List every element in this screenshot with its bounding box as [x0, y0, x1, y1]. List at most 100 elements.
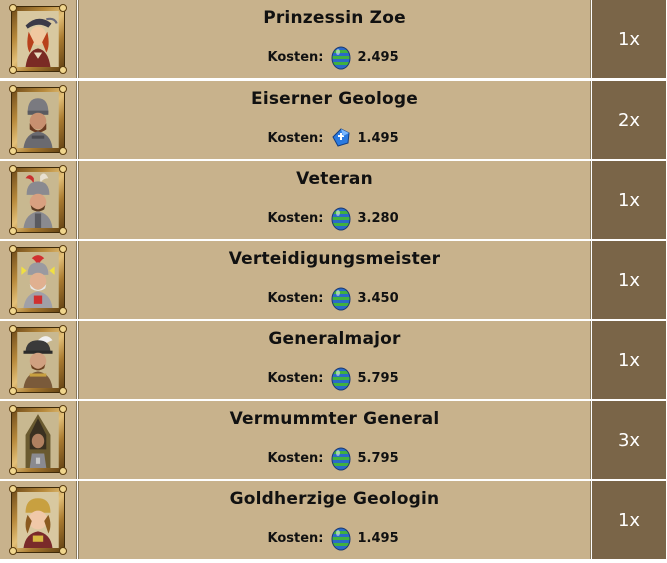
portrait-cell [0, 161, 77, 239]
cost-value: 2.495 [357, 49, 399, 65]
portrait-cell [0, 0, 77, 78]
cost-label: Kosten: [267, 450, 324, 466]
cost-label: Kosten: [267, 210, 324, 226]
quantity-cell: 3x [592, 401, 666, 479]
general-name: Goldherzige Geologin [229, 489, 440, 509]
frame-corner [59, 147, 67, 155]
cost-value: 3.450 [357, 290, 399, 306]
quantity-cell: 1x [592, 321, 666, 399]
frame-corner [9, 4, 17, 12]
cost-value: 5.795 [357, 450, 399, 466]
info-cell: Veteran Kosten: 3.280 [78, 161, 591, 239]
frame-corner [59, 307, 67, 315]
general-row[interactable]: Eiserner Geologe Kosten: 1.495 2x [0, 81, 667, 159]
blue-green-egg-icon [330, 365, 352, 391]
frame-corner [9, 547, 17, 555]
quantity-cell: 1x [592, 161, 666, 239]
cost-value: 5.795 [357, 370, 399, 386]
frame-corner [9, 165, 17, 173]
veteran-portrait-icon [9, 165, 67, 235]
princess-portrait-icon [9, 4, 67, 74]
frame-corner [9, 66, 17, 74]
quantity-value: 3x [617, 429, 641, 451]
cost-line: Kosten: 5.795 [79, 445, 590, 471]
frame-corner [59, 325, 67, 333]
frame-corner [59, 85, 67, 93]
frame-corner [59, 405, 67, 413]
frame-corner [9, 147, 17, 155]
cost-line: Kosten: 1.495 [79, 125, 590, 151]
cost-label: Kosten: [267, 370, 324, 386]
hooded-general-portrait-icon [9, 405, 67, 475]
portrait-cell [0, 321, 77, 399]
general-row[interactable]: Vermummter General Kosten: 5.795 3x [0, 401, 667, 479]
frame-corner [59, 387, 67, 395]
blue-gem-icon [330, 125, 352, 151]
blue-green-egg-icon [330, 445, 352, 471]
info-cell: Vermummter General Kosten: 5.795 [78, 401, 591, 479]
frame-corner [9, 245, 17, 253]
quantity-value: 1x [617, 189, 641, 211]
cost-line: Kosten: 5.795 [79, 365, 590, 391]
general-name: Vermummter General [229, 409, 440, 429]
quantity-value: 2x [617, 109, 641, 131]
info-cell: Generalmajor Kosten: 5.795 [78, 321, 591, 399]
quantity-cell: 1x [592, 241, 666, 319]
cost-line: Kosten: 2.495 [79, 44, 590, 70]
frame-corner [9, 405, 17, 413]
general-row[interactable]: Veteran Kosten: 3.280 1x [0, 161, 667, 239]
cost-label: Kosten: [267, 530, 324, 546]
info-cell: Prinzessin Zoe Kosten: 2.495 [78, 0, 591, 78]
iron-geologist-portrait-icon [9, 85, 67, 155]
quantity-value: 1x [617, 349, 641, 371]
frame-corner [9, 325, 17, 333]
quantity-value: 1x [617, 269, 641, 291]
cost-line: Kosten: 3.280 [79, 205, 590, 231]
general-shop-list: Prinzessin Zoe Kosten: 2.495 1x Eiserner Geo… [0, 0, 667, 563]
general-name: Veteran [296, 169, 373, 189]
frame-corner [9, 85, 17, 93]
blue-green-egg-icon [330, 285, 352, 311]
frame-corner [59, 165, 67, 173]
general-row[interactable]: Verteidigungsmeister Kosten: 3.450 1x [0, 241, 667, 319]
frame-corner [9, 467, 17, 475]
general-row[interactable]: Prinzessin Zoe Kosten: 2.495 1x [0, 0, 667, 78]
frame-corner [59, 467, 67, 475]
frame-corner [59, 227, 67, 235]
quantity-value: 1x [617, 28, 641, 50]
portrait-cell [0, 401, 77, 479]
cost-line: Kosten: 3.450 [79, 285, 590, 311]
blue-green-egg-icon [330, 44, 352, 70]
info-cell: Eiserner Geologe Kosten: 1.495 [78, 81, 591, 159]
frame-corner [9, 227, 17, 235]
frame-corner [59, 245, 67, 253]
goldhearted-geologist-portrait-icon [9, 485, 67, 555]
portrait-cell [0, 81, 77, 159]
frame-corner [59, 4, 67, 12]
defense-master-portrait-icon [9, 245, 67, 315]
frame-corner [59, 66, 67, 74]
cost-value: 1.495 [357, 130, 399, 146]
general-name: Prinzessin Zoe [263, 8, 406, 28]
general-row[interactable]: Goldherzige Geologin Kosten: 1.495 1x [0, 481, 667, 559]
general-row[interactable]: Generalmajor Kosten: 5.795 1x [0, 321, 667, 399]
frame-corner [9, 485, 17, 493]
general-name: Generalmajor [268, 329, 401, 349]
cost-label: Kosten: [267, 130, 324, 146]
frame-corner [59, 485, 67, 493]
info-cell: Goldherzige Geologin Kosten: 1.495 [78, 481, 591, 559]
quantity-cell: 1x [592, 481, 666, 559]
cost-label: Kosten: [267, 49, 324, 65]
major-general-portrait-icon [9, 325, 67, 395]
cost-label: Kosten: [267, 290, 324, 306]
blue-green-egg-icon [330, 525, 352, 551]
portrait-cell [0, 241, 77, 319]
quantity-cell: 2x [592, 81, 666, 159]
quantity-cell: 1x [592, 0, 666, 78]
quantity-value: 1x [617, 509, 641, 531]
cost-line: Kosten: 1.495 [79, 525, 590, 551]
blue-green-egg-icon [330, 205, 352, 231]
frame-corner [59, 547, 67, 555]
general-name: Eiserner Geologe [251, 89, 418, 109]
frame-corner [9, 307, 17, 315]
